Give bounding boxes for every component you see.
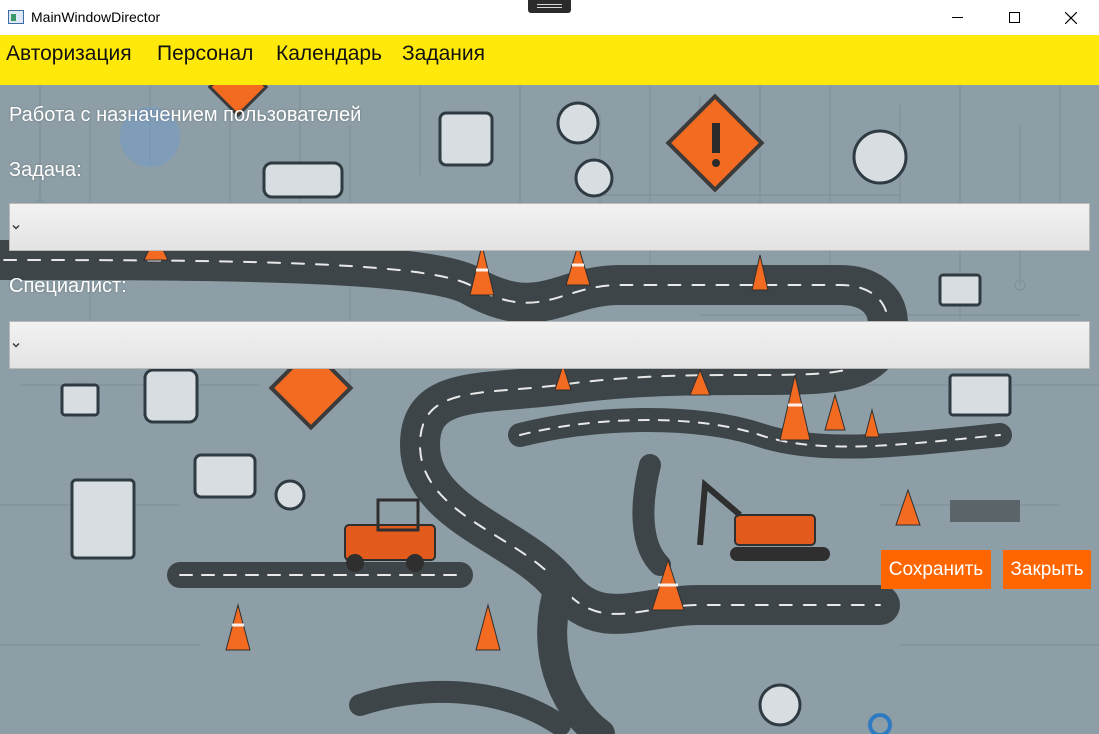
chevron-down-icon (12, 343, 20, 348)
background-illustration (0, 85, 1099, 734)
close-button[interactable]: Закрыть (1003, 550, 1091, 589)
menu-bar: Авторизация Персонал Календарь Задания (0, 35, 1099, 85)
drag-handle-icon[interactable] (528, 0, 571, 13)
specialist-select[interactable] (9, 321, 1090, 369)
chevron-down-icon (12, 225, 20, 230)
menu-item-staff[interactable]: Персонал (157, 42, 253, 66)
maximize-icon (1008, 12, 1020, 23)
title-bar: MainWindowDirector (0, 0, 1099, 35)
app-icon (8, 10, 24, 24)
menu-item-authorization[interactable]: Авторизация (6, 42, 132, 66)
minimize-icon (951, 17, 963, 18)
content-area: Работа с назначением пользователей Задач… (0, 85, 1099, 734)
save-button[interactable]: Сохранить (881, 550, 991, 589)
close-window-button[interactable] (1048, 0, 1094, 35)
window-title: MainWindowDirector (31, 9, 161, 25)
minimize-button[interactable] (934, 0, 980, 35)
menu-item-calendar[interactable]: Календарь (276, 42, 382, 66)
specialist-label: Специалист: (9, 275, 127, 297)
maximize-button[interactable] (991, 0, 1037, 35)
menu-item-tasks[interactable]: Задания (402, 42, 485, 66)
task-label: Задача: (9, 159, 82, 181)
task-select[interactable] (9, 203, 1090, 251)
close-icon (1065, 11, 1077, 24)
page-heading: Работа с назначением пользователей (9, 104, 362, 126)
